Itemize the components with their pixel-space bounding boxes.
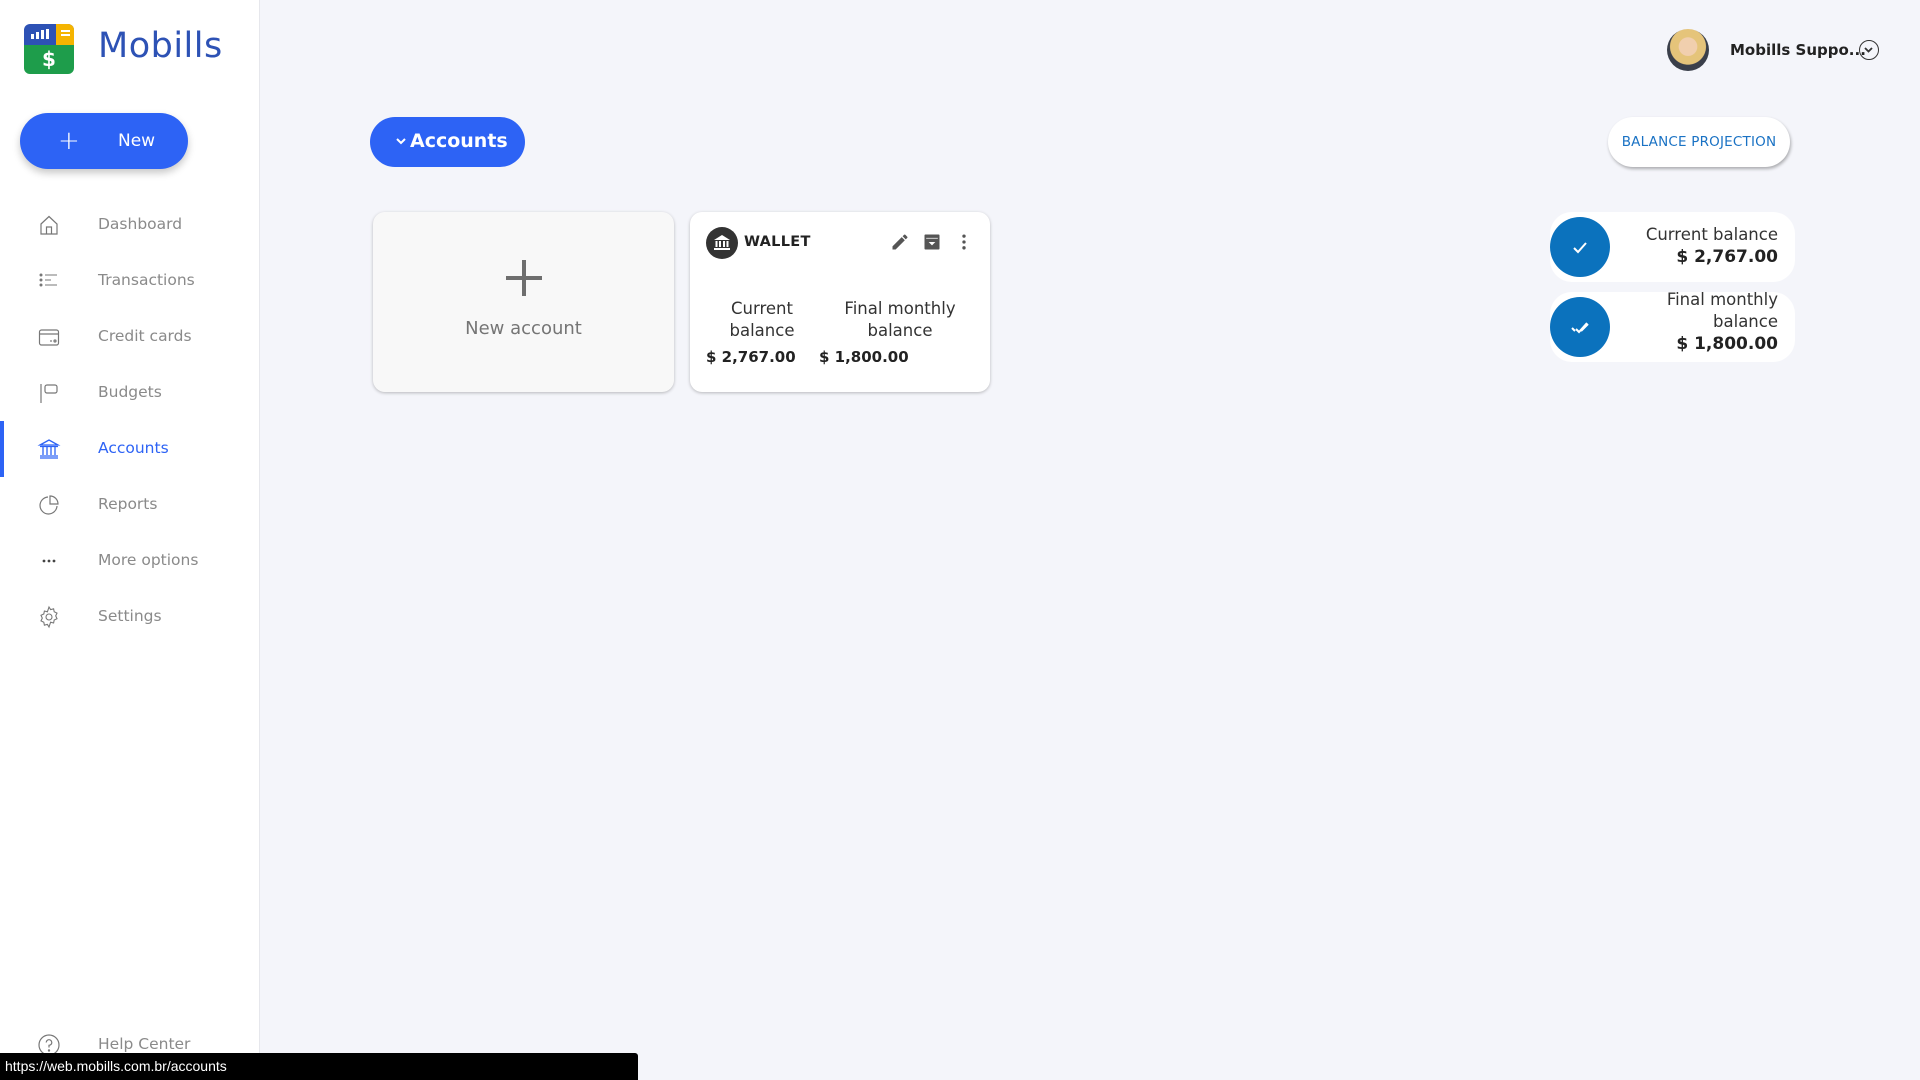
sidebar-item-transactions[interactable]: Transactions bbox=[0, 253, 260, 309]
sidebar-item-label: Budgets bbox=[98, 383, 162, 401]
final-balance-summary: Final monthly balance $ 1,800.00 bbox=[1550, 289, 1795, 362]
summary-final-label-line1: Final monthly bbox=[1666, 290, 1778, 309]
current-balance-value: $ 2,767.00 bbox=[706, 348, 796, 366]
new-account-card[interactable]: New account bbox=[373, 212, 674, 392]
sidebar-item-budgets[interactable]: Budgets bbox=[0, 365, 260, 421]
sidebar: $ Mobills + New Dashboard Transactions C… bbox=[0, 0, 260, 1080]
mobills-logo-icon[interactable]: $ bbox=[24, 24, 74, 74]
brand-name[interactable]: Mobills bbox=[98, 26, 223, 66]
sidebar-item-label: Settings bbox=[98, 607, 162, 625]
more-vertical-icon[interactable] bbox=[954, 232, 974, 252]
sidebar-item-label: Accounts bbox=[98, 439, 169, 457]
bank-icon bbox=[37, 437, 61, 461]
help-center-label: Help Center bbox=[98, 1035, 191, 1053]
sidebar-nav: Dashboard Transactions Credit cards Budg… bbox=[0, 197, 260, 645]
pie-chart-icon bbox=[37, 493, 61, 517]
bank-icon bbox=[706, 227, 738, 259]
final-balance-value: $ 1,800.00 bbox=[819, 348, 909, 366]
link-status-bar: https://web.mobills.com.br/accounts bbox=[0, 1053, 638, 1080]
sidebar-item-credit-cards[interactable]: Credit cards bbox=[0, 309, 260, 365]
archive-icon[interactable] bbox=[922, 232, 942, 252]
sidebar-item-more-options[interactable]: More options bbox=[0, 533, 260, 589]
summary-final-value: $ 1,800.00 bbox=[1676, 334, 1778, 354]
account-card[interactable]: WALLET Current balance Final monthly bal… bbox=[690, 212, 990, 392]
plus-icon bbox=[506, 260, 542, 296]
more-horizontal-icon bbox=[37, 549, 61, 573]
current-balance-label: Current balance bbox=[729, 299, 795, 340]
new-button-label: New bbox=[118, 131, 156, 151]
user-name[interactable]: Mobills Suppo... bbox=[1730, 41, 1866, 59]
summary-final-label-line2: balance bbox=[1713, 312, 1778, 331]
final-balance-label: Final monthly balance bbox=[844, 299, 956, 340]
summary-current: Current balance $ 2,767.00 bbox=[1646, 224, 1778, 268]
gear-icon bbox=[37, 605, 61, 629]
flag-icon bbox=[37, 381, 61, 405]
double-check-icon bbox=[1550, 297, 1610, 357]
sidebar-item-reports[interactable]: Reports bbox=[0, 477, 260, 533]
accounts-filter-button[interactable]: Accounts bbox=[370, 117, 525, 167]
edit-icon[interactable] bbox=[890, 232, 910, 252]
credit-card-icon bbox=[37, 325, 61, 349]
sidebar-item-accounts[interactable]: Accounts bbox=[0, 421, 260, 477]
check-icon bbox=[1550, 217, 1610, 277]
chevron-down-icon bbox=[394, 133, 408, 147]
sidebar-item-settings[interactable]: Settings bbox=[0, 589, 260, 645]
home-icon bbox=[37, 213, 61, 237]
new-account-label: New account bbox=[465, 318, 582, 339]
avatar[interactable] bbox=[1667, 29, 1709, 71]
balance-projection-button[interactable]: BALANCE PROJECTION bbox=[1608, 117, 1790, 167]
summary-current-label: Current balance bbox=[1645, 225, 1778, 244]
sidebar-item-dashboard[interactable]: Dashboard bbox=[0, 197, 260, 253]
sidebar-item-label: More options bbox=[98, 551, 199, 569]
sidebar-item-label: Transactions bbox=[98, 271, 195, 289]
accounts-button-label: Accounts bbox=[410, 130, 508, 152]
summary-current-value: $ 2,767.00 bbox=[1676, 247, 1778, 267]
chevron-down-icon[interactable] bbox=[1859, 40, 1879, 60]
list-icon bbox=[37, 269, 61, 293]
sidebar-item-label: Reports bbox=[98, 495, 158, 513]
current-balance-summary: Current balance $ 2,767.00 bbox=[1550, 212, 1795, 282]
account-name: WALLET bbox=[744, 234, 811, 250]
sidebar-item-label: Credit cards bbox=[98, 327, 192, 345]
plus-icon: + bbox=[58, 126, 80, 156]
sidebar-item-label: Dashboard bbox=[98, 215, 183, 233]
new-button[interactable]: + New bbox=[20, 113, 188, 169]
user-profile-menu[interactable]: Mobills Suppo... bbox=[1667, 29, 1879, 71]
summary-final: Final monthly balance $ 1,800.00 bbox=[1667, 289, 1778, 355]
